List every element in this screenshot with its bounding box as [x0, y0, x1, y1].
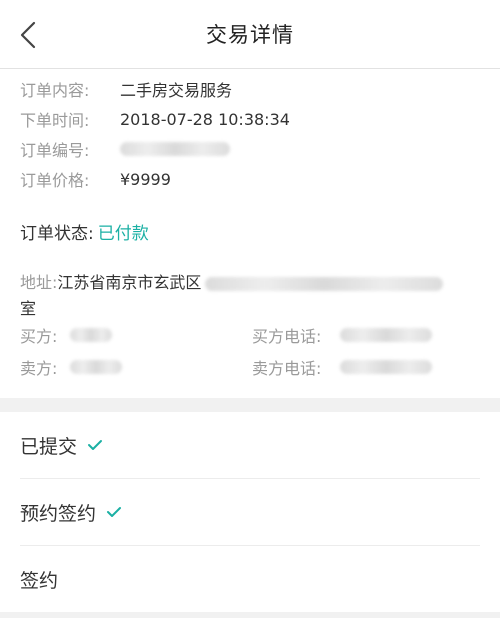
bottom-divider [0, 612, 500, 618]
page-title: 交易详情 [206, 23, 294, 47]
order-price-label: 订单价格: [20, 171, 90, 190]
address-label: 地址: [20, 273, 58, 292]
order-number-row: 订单编号: [20, 134, 230, 164]
back-button[interactable] [14, 20, 42, 50]
order-content-value: 二手房交易服务 [120, 81, 233, 100]
seller-label: 卖方: [20, 359, 58, 378]
address-tail: 室 [20, 299, 37, 318]
nav-bar: 交易详情 [0, 0, 500, 69]
buyer-name-redacted [70, 328, 112, 342]
chevron-left-icon [20, 21, 36, 49]
order-status-badge: 已付款 [97, 223, 149, 244]
step-label: 预约签约 [20, 502, 97, 525]
order-price-row: 订单价格: ¥9999 [20, 164, 171, 194]
seller-row: 卖方: [20, 352, 122, 382]
order-status-row: 订单状态: 已付款 [20, 216, 149, 246]
seller-name-redacted [70, 360, 122, 374]
buyer-phone-row: 买方电话: [252, 320, 432, 350]
step-label: 签约 [20, 569, 59, 592]
step-signing: 签约 [20, 546, 480, 612]
step-submitted: 已提交 [20, 412, 480, 479]
seller-phone-row: 卖方电话: [252, 352, 432, 382]
address-redacted [205, 276, 444, 291]
seller-phone-redacted [340, 360, 432, 374]
order-content-row: 订单内容: 二手房交易服务 [20, 74, 232, 104]
step-label: 已提交 [20, 435, 78, 458]
order-time-label: 下单时间: [20, 111, 90, 130]
order-price-value: ¥9999 [120, 169, 171, 189]
order-number-label: 订单编号: [20, 141, 90, 160]
order-number-redacted [120, 142, 230, 156]
address-value: 江苏省南京市玄武区 [57, 273, 202, 292]
buyer-label: 买方: [20, 327, 58, 346]
check-icon [87, 439, 103, 451]
order-time-value: 2018-07-28 10:38:34 [120, 109, 290, 129]
order-status-label: 订单状态: [20, 223, 94, 244]
step-appointment: 预约签约 [20, 479, 480, 546]
check-icon [106, 506, 122, 518]
address-block: 地址:江苏省南京市玄武区 室 [20, 270, 480, 322]
seller-phone-label: 卖方电话: [252, 359, 322, 378]
section-divider [0, 398, 500, 412]
order-time-row: 下单时间: 2018-07-28 10:38:34 [20, 104, 290, 134]
buyer-phone-redacted [340, 328, 432, 342]
buyer-phone-label: 买方电话: [252, 327, 322, 346]
order-content-label: 订单内容: [20, 81, 90, 100]
buyer-row: 买方: [20, 320, 112, 350]
